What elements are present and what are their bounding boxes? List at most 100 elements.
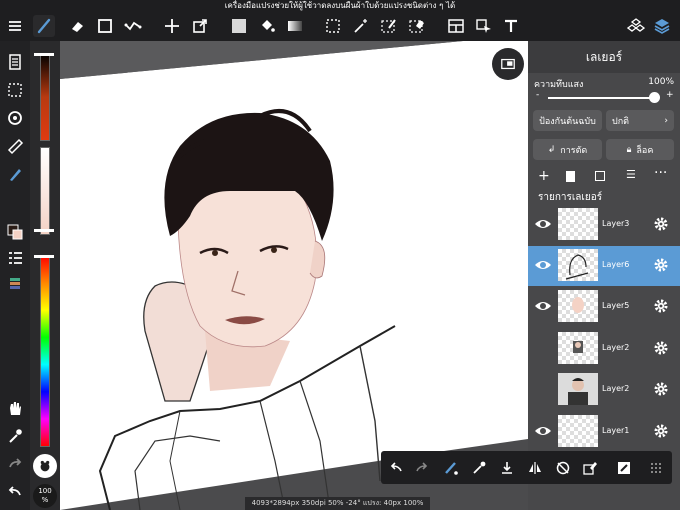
grid-dots-icon[interactable] — [646, 458, 666, 478]
eye-icon[interactable] — [534, 299, 552, 313]
undo-icon[interactable] — [386, 458, 406, 478]
document-icon[interactable] — [4, 51, 26, 73]
layer-row[interactable]: Layer3 — [528, 205, 680, 245]
opacity-handle[interactable] — [34, 229, 54, 232]
move-icon[interactable] — [161, 15, 183, 37]
layer-thumbnail — [558, 415, 598, 447]
hand-icon[interactable] — [4, 397, 26, 419]
opacity-plus[interactable]: + — [666, 90, 674, 100]
gear-icon[interactable] — [653, 423, 669, 439]
selection-area-icon[interactable] — [4, 79, 26, 101]
layers-icon[interactable] — [651, 15, 673, 37]
text-icon[interactable] — [500, 15, 522, 37]
canvas-drawing[interactable] — [60, 41, 528, 510]
layer-row[interactable]: Layer2 — [528, 370, 680, 410]
download-icon[interactable] — [497, 458, 517, 478]
layer-name: Layer1 — [602, 426, 630, 435]
undo-icon[interactable] — [4, 481, 26, 503]
trash-icon[interactable] — [566, 171, 575, 182]
more-icon[interactable]: ··· — [654, 165, 667, 181]
gear-icon[interactable] — [653, 340, 669, 356]
eyedropper-icon[interactable] — [4, 425, 26, 447]
layer-row[interactable]: Layer2 — [528, 329, 680, 369]
zoom-percent[interactable]: 100 % — [33, 484, 57, 508]
clipping-button[interactable]: ↲ การตัด — [533, 139, 602, 160]
pen-tool-icon[interactable] — [614, 458, 634, 478]
palette-icon[interactable] — [4, 273, 26, 295]
layer-thumbnail — [558, 208, 598, 240]
lock-button[interactable]: 🔒︎ ล็อค — [606, 139, 674, 160]
lock-icon: 🔒︎ — [626, 144, 632, 155]
brush-size-handle[interactable] — [34, 53, 54, 56]
zoom-unit: % — [41, 496, 49, 504]
list-icon[interactable]: ☰ — [626, 168, 636, 181]
gear-icon[interactable] — [653, 381, 669, 397]
layer-row[interactable]: Layer5 — [528, 287, 680, 327]
select-icon[interactable] — [322, 15, 344, 37]
pen-icon[interactable] — [4, 163, 26, 185]
gear-icon[interactable] — [653, 298, 669, 314]
fill-icon[interactable] — [228, 15, 250, 37]
transform-icon[interactable] — [122, 15, 144, 37]
reference-window-button[interactable] — [492, 48, 524, 80]
clipping-label: การตัด — [560, 145, 588, 156]
tool-tip: เครื่องมือแปรงช่วยให้ผู้ใช้วาดลงบนผืนผ้า… — [224, 1, 456, 10]
lock-label: ล็อค — [636, 145, 654, 156]
zoom-value: 100 — [38, 487, 52, 495]
blend-mode-label: ปกติ — [612, 116, 630, 127]
no-transform-icon[interactable] — [553, 458, 573, 478]
redo-icon[interactable] — [412, 458, 432, 478]
frame-icon[interactable] — [445, 15, 467, 37]
hue-slider[interactable] — [40, 255, 50, 447]
add-layer-icon[interactable]: + — [538, 168, 550, 184]
eye-icon[interactable] — [534, 258, 552, 272]
layer-row[interactable]: Layer6 — [528, 246, 680, 286]
blend-mode-button[interactable]: ปกติ › — [606, 110, 674, 131]
ruler-icon[interactable] — [4, 135, 26, 157]
rotate-icon[interactable] — [4, 107, 26, 129]
layer-list-icon[interactable] — [4, 247, 26, 269]
layer-name: Layer2 — [602, 343, 630, 352]
brush-icon[interactable] — [33, 15, 55, 37]
export-icon[interactable] — [189, 15, 211, 37]
layer-thumbnail — [558, 290, 598, 322]
eraser-icon[interactable] — [66, 15, 88, 37]
brush-preset-icon[interactable] — [33, 454, 57, 478]
opacity-minus[interactable]: - — [536, 90, 539, 100]
gradient-icon[interactable] — [284, 15, 306, 37]
flip-icon[interactable] — [525, 458, 545, 478]
gear-icon[interactable] — [653, 257, 669, 273]
protect-original-button[interactable]: ป้องกันต้นฉบับ — [533, 110, 602, 131]
chevron-right-icon: › — [664, 115, 668, 126]
left-toolbar — [0, 41, 30, 510]
brush-size-slider[interactable] — [40, 53, 50, 141]
eyedropper-icon[interactable] — [469, 458, 489, 478]
opacity-value: 100% — [648, 77, 674, 87]
layer-actions: + ☰ ··· — [528, 165, 680, 189]
eye-icon[interactable] — [534, 217, 552, 231]
layer-row[interactable]: Layer1 — [528, 412, 680, 452]
hue-handle[interactable] — [34, 255, 54, 258]
color-swatch-icon[interactable] — [4, 221, 26, 243]
layer-name: Layer3 — [602, 219, 630, 228]
protect-original-label: ป้องกันต้นฉบับ — [539, 116, 596, 127]
erase-select-icon[interactable] — [406, 15, 428, 37]
opacity-slider[interactable] — [40, 147, 50, 235]
canvas-area[interactable] — [60, 41, 528, 510]
redo-icon[interactable] — [4, 453, 26, 475]
eye-icon[interactable] — [534, 424, 552, 438]
bucket-icon[interactable] — [256, 15, 278, 37]
pointer-icon[interactable] — [473, 15, 495, 37]
opacity-thumb[interactable] — [649, 92, 660, 103]
opacity-track[interactable] — [548, 97, 654, 99]
duplicate-icon[interactable] — [595, 171, 605, 181]
status-bar: 4093*2894px 350dpi 50% -24° แปรง: 40px 1… — [245, 497, 430, 510]
clear-icon[interactable] — [580, 458, 600, 478]
menu-icon[interactable] — [4, 15, 26, 37]
gear-icon[interactable] — [653, 216, 669, 232]
magic-wand-icon[interactable] — [350, 15, 372, 37]
rect-icon[interactable] — [94, 15, 116, 37]
pen-select-icon[interactable] — [378, 15, 400, 37]
stabilizer-brush-icon[interactable] — [441, 458, 461, 478]
materials-icon[interactable] — [625, 15, 647, 37]
